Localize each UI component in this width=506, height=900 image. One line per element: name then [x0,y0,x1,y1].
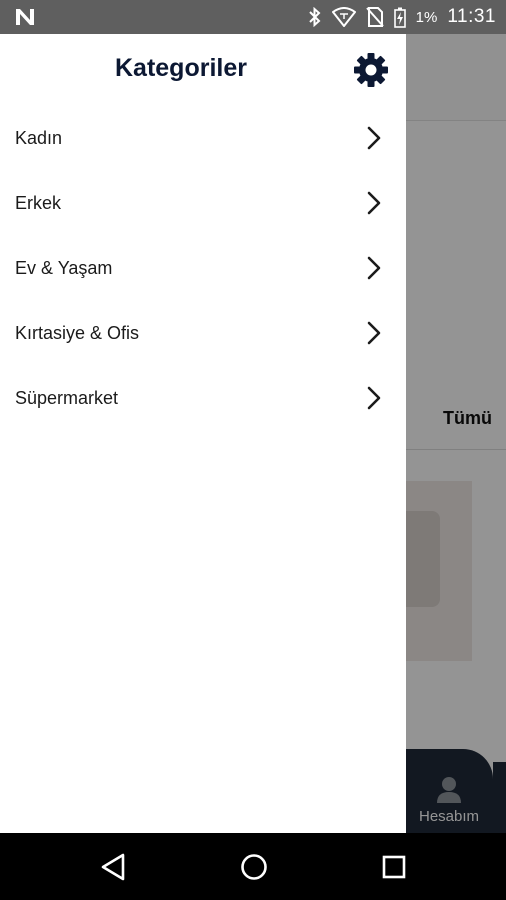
drawer-header: Kategoriler [0,34,406,104]
chevron-right-icon [367,126,381,150]
drawer-title: Kategoriler [115,54,247,82]
recents-icon[interactable] [376,849,412,885]
status-time: 11:31 [447,6,496,27]
wifi-icon [331,7,356,27]
chevron-right-icon [367,321,381,345]
category-item-erkek[interactable]: Erkek [0,171,406,236]
category-label: Kırtasiye & Ofis [15,323,140,343]
category-item-kadin[interactable]: Kadın [0,106,406,171]
n-logo-icon [16,9,34,25]
category-label: Kadın [15,128,63,148]
battery-percent: 1% [415,8,438,26]
categories-drawer: Kategoriler Kadın Erkek Ev & Yaşam Kırta… [0,34,406,833]
status-bar: 1% 11:31 [0,0,506,34]
bluetooth-icon [308,7,321,27]
category-label: Erkek [15,193,62,213]
gear-icon[interactable] [352,51,390,89]
chevron-right-icon [367,191,381,215]
category-label: Ev & Yaşam [15,258,113,278]
no-sim-icon [365,7,384,27]
category-item-ev-yasam[interactable]: Ev & Yaşam [0,236,406,301]
category-item-kirtasiye-ofis[interactable]: Kırtasiye & Ofis [0,301,406,366]
category-item-supermarket[interactable]: Süpermarket [0,366,406,431]
category-label: Süpermarket [15,388,119,408]
phone-screen: 1% 11:31 Tümü Hesabım Kategoriler Kadın … [0,0,506,900]
home-icon[interactable] [236,849,272,885]
battery-charging-icon [393,7,406,28]
chevron-right-icon [367,386,381,410]
back-icon[interactable] [96,849,132,885]
system-nav-bar [0,833,506,900]
category-list: Kadın Erkek Ev & Yaşam Kırtasiye & Ofis [0,106,406,431]
chevron-right-icon [367,256,381,280]
